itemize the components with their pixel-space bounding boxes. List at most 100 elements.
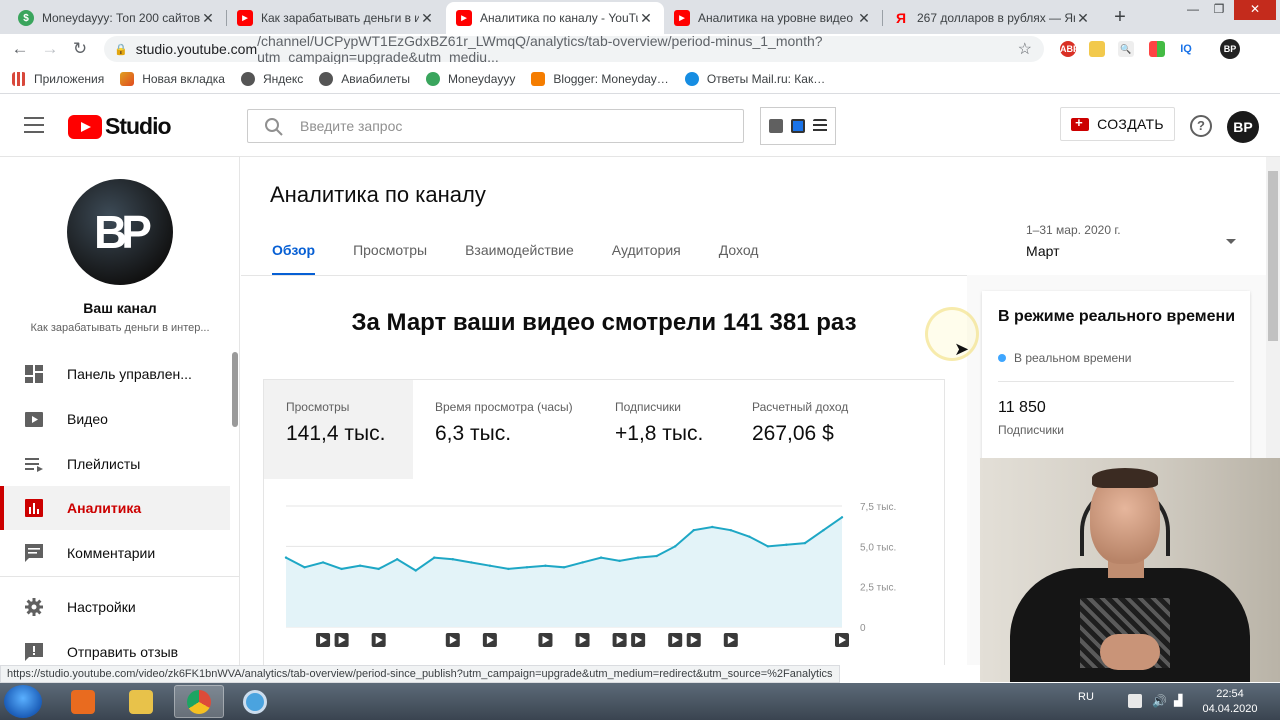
browser-tab[interactable]: ▶ Аналитика на уровне видео - ✕ <box>664 2 882 34</box>
close-tab-icon[interactable]: ✕ <box>638 10 654 27</box>
sidebar-item-settings[interactable]: Настройки <box>0 585 230 629</box>
browser-tab-active[interactable]: ▶ Аналитика по каналу - YouTub ✕ <box>446 2 664 34</box>
network-icon[interactable]: ▟ <box>1174 694 1188 708</box>
browser-tab-title: Аналитика по каналу - YouTub <box>480 11 638 25</box>
maximize-window-button[interactable]: ❐ <box>1206 0 1232 20</box>
youtube-studio-logo[interactable]: Studio <box>68 113 172 140</box>
live-dot-icon <box>998 354 1006 362</box>
view-switcher[interactable] <box>760 107 836 145</box>
views-chart[interactable]: 7,5 тыс. 5,0 тыс. 2,5 тыс. 0 <box>264 492 946 665</box>
search-input[interactable]: Введите запрос <box>247 109 744 143</box>
taskbar-app[interactable] <box>230 685 280 718</box>
video-view-icon[interactable] <box>791 119 805 133</box>
page-title: Аналитика по каналу <box>270 182 486 207</box>
metric-revenue[interactable]: Расчетный доход 267,06 $ <box>730 380 945 479</box>
bookmark-item[interactable]: Приложения <box>12 71 104 86</box>
metric-views[interactable]: Просмотры 141,4 тыс. <box>264 380 413 479</box>
metric-watch-time[interactable]: Время просмотра (часы) 6,3 тыс. <box>413 380 593 479</box>
address-bar[interactable]: 🔒 studio.youtube.com/channel/UCPypWT1EzG… <box>104 33 1044 65</box>
browser-tab[interactable]: $ Moneydayyy: Топ 200 сайтов д ✕ <box>8 2 226 34</box>
metrics-card: Просмотры 141,4 тыс. Время просмотра (ча… <box>263 379 945 665</box>
moneydayyy-icon <box>426 71 441 86</box>
chart-view-icon[interactable] <box>769 119 783 133</box>
extension-icon[interactable] <box>1089 41 1105 57</box>
sidebar-item-comments[interactable]: Комментарии <box>0 531 230 575</box>
create-button[interactable]: СОЗДАТЬ <box>1060 107 1175 141</box>
bookmark-item[interactable]: Новая вкладка <box>120 71 225 86</box>
bookmark-label: Авиабилеты <box>341 71 411 86</box>
metric-subscribers[interactable]: Подписчики +1,8 тыс. <box>593 380 730 479</box>
realtime-title: В режиме реального времени <box>998 308 1236 325</box>
sidebar-item-video[interactable]: Видео <box>0 397 230 441</box>
volume-icon[interactable]: 🔊 <box>1152 694 1167 708</box>
chart-point <box>507 567 510 571</box>
scrollbar-thumb[interactable] <box>1268 171 1278 341</box>
minimize-window-button[interactable]: — <box>1180 0 1206 20</box>
sidebar-item-dashboard[interactable]: Панель управлен... <box>0 352 230 396</box>
iq-extension-icon[interactable]: IQ <box>1178 41 1194 57</box>
bookmark-item[interactable]: Moneydayyy <box>426 71 515 86</box>
tray-app-icon[interactable] <box>1128 694 1142 708</box>
system-clock[interactable]: 22:54 04.04.2020 <box>1196 687 1264 717</box>
sidebar-item-label: Видео <box>67 411 108 427</box>
dashboard-icon <box>25 365 43 383</box>
tab-revenue[interactable]: Доход <box>719 242 759 276</box>
bookmark-item[interactable]: Blogger: Moneyday… <box>531 71 669 86</box>
chart-point <box>766 545 770 548</box>
browser-tab-title: Moneydayyy: Топ 200 сайтов д <box>42 11 200 25</box>
browser-tab[interactable]: ▶ Как зарабатывать деньги в инт ✕ <box>227 2 445 34</box>
taskbar-app[interactable] <box>58 685 108 718</box>
account-avatar[interactable]: BP <box>1227 111 1259 143</box>
channel-avatar[interactable]: BP <box>67 179 173 285</box>
bookmark-item[interactable]: Ответы Mail.ru: Как… <box>684 71 825 86</box>
forward-arrow-icon[interactable]: → <box>39 38 61 60</box>
profile-avatar-icon[interactable]: BP <box>1220 39 1240 59</box>
video-camera-icon <box>1071 115 1090 131</box>
list-view-icon[interactable] <box>813 119 827 133</box>
y-tick-label: 0 <box>860 623 866 634</box>
tab-engagement[interactable]: Взаимодействие <box>465 242 574 276</box>
chart-point <box>674 545 677 548</box>
windows-extension-icon[interactable] <box>1149 41 1165 57</box>
menu-icon[interactable] <box>24 117 44 133</box>
search-extension-icon[interactable]: 🔍 <box>1118 41 1134 57</box>
analytics-icon <box>25 499 43 517</box>
sidebar-item-feedback[interactable]: Отправить отзыв <box>0 630 230 665</box>
period-selector[interactable]: 1–31 мар. 2020 г. Март <box>1026 223 1236 259</box>
tab-audience[interactable]: Аудитория <box>612 242 681 276</box>
sidebar-divider <box>0 576 239 577</box>
browser-tab[interactable]: Я 267 долларов в рублях — Янд ✕ <box>883 2 1101 34</box>
webcam-overlay <box>980 458 1280 682</box>
taskbar-app[interactable] <box>116 685 166 718</box>
realtime-live-indicator: В реальном времени <box>998 351 1131 365</box>
sidebar-item-analytics[interactable]: Аналитика <box>0 486 230 530</box>
adblock-extension-icon[interactable]: ABP <box>1060 41 1079 57</box>
realtime-panel: В режиме реального времени В реальном вр… <box>982 291 1250 461</box>
bookmark-item[interactable]: Яндекс <box>240 71 303 86</box>
metric-value: 141,4 тыс. <box>286 422 386 445</box>
sidebar-scrollbar[interactable] <box>232 352 238 427</box>
close-tab-icon[interactable]: ✕ <box>1075 10 1091 27</box>
close-tab-icon[interactable]: ✕ <box>856 10 872 27</box>
taskbar-app-active[interactable] <box>174 685 224 718</box>
reload-icon[interactable]: ↻ <box>69 38 91 60</box>
chart-point <box>581 561 584 564</box>
bookmark-star-icon[interactable]: ☆ <box>1018 39 1032 59</box>
close-tab-icon[interactable]: ✕ <box>200 10 216 27</box>
chart-point <box>785 543 788 546</box>
y-tick-label: 7,5 тыс. <box>860 502 896 513</box>
help-icon[interactable]: ? <box>1190 115 1212 137</box>
realtime-subscribers-count: 11 850 <box>998 399 1046 416</box>
y-tick-label: 5,0 тыс. <box>860 542 896 553</box>
sidebar-item-playlists[interactable]: Плейлисты <box>0 442 230 486</box>
bookmark-item[interactable]: Авиабилеты <box>319 71 411 86</box>
tab-overview[interactable]: Обзор <box>272 242 316 276</box>
start-button-icon[interactable] <box>4 685 42 718</box>
tab-views[interactable]: Просмотры <box>353 242 427 276</box>
close-tab-icon[interactable]: ✕ <box>419 10 435 27</box>
language-indicator[interactable]: RU <box>1078 691 1094 703</box>
close-window-button[interactable]: ✕ <box>1234 0 1276 20</box>
chart-point <box>562 566 566 569</box>
new-tab-button[interactable]: + <box>1108 6 1132 30</box>
back-arrow-icon[interactable]: ← <box>9 38 31 60</box>
